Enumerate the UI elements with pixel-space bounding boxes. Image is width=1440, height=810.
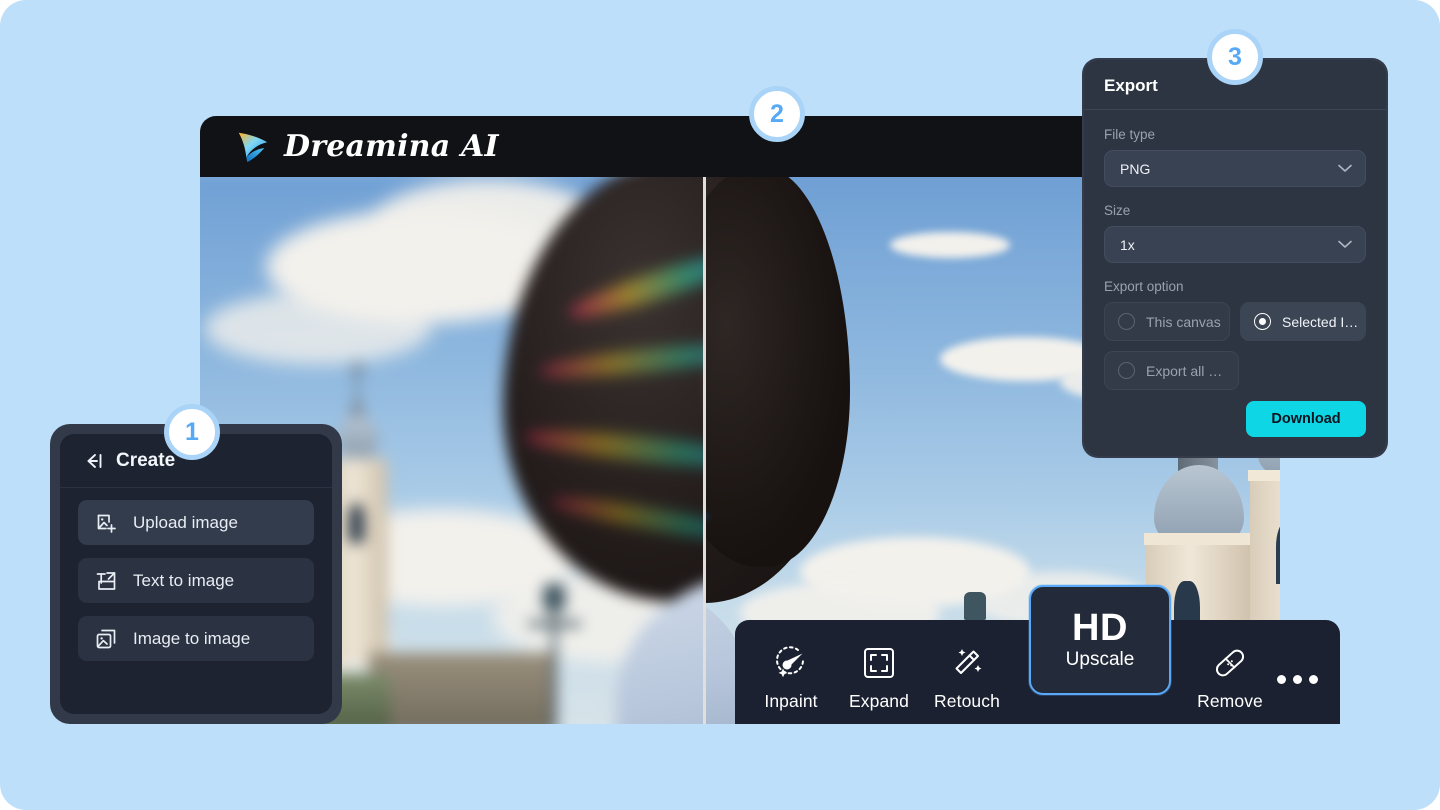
create-options-list: Upload image Text to image Image to imag… (60, 488, 332, 661)
retouch-wand-icon (949, 643, 985, 683)
tool-label: Inpaint (764, 691, 818, 711)
tool-hd-upscale[interactable]: HD Upscale (1029, 585, 1171, 695)
upscale-hd-text: HD (1072, 607, 1128, 649)
tool-retouch[interactable]: Retouch (923, 643, 1011, 712)
create-item-text-to-image[interactable]: Text to image (78, 558, 314, 603)
export-option-label-text: Export all … (1146, 362, 1223, 379)
expand-frame-icon (862, 643, 896, 683)
tool-label: Remove (1197, 691, 1263, 711)
create-panel: Create Upload image Text to image Image … (50, 424, 342, 724)
radio-icon (1254, 313, 1271, 330)
create-item-image-to-image[interactable]: Image to image (78, 616, 314, 661)
export-option-export-all[interactable]: Export all … (1104, 351, 1239, 390)
collapse-left-icon[interactable] (82, 452, 103, 470)
file-type-select[interactable]: PNG (1104, 150, 1366, 187)
download-button[interactable]: Download (1246, 401, 1366, 437)
remove-bandage-icon (1212, 643, 1248, 683)
create-item-upload-image[interactable]: Upload image (78, 500, 314, 545)
file-type-label: File type (1104, 127, 1156, 142)
tool-remove[interactable]: Remove (1186, 643, 1274, 712)
app-background: Dreamina AI Create Upload image Text to … (0, 0, 1440, 810)
create-panel-title: Create (116, 449, 176, 471)
text-to-image-icon (96, 571, 116, 590)
size-value: 1x (1120, 236, 1135, 253)
export-divider (1084, 109, 1386, 110)
tool-inpaint[interactable]: Inpaint (747, 643, 835, 712)
chevron-down-icon (1338, 240, 1352, 248)
export-option-row-2: Export all … (1104, 351, 1366, 390)
export-option-row-1: This canvas Selected I… (1104, 302, 1366, 341)
export-option-selected-image[interactable]: Selected I… (1240, 302, 1366, 341)
create-item-label: Image to image (133, 628, 251, 648)
radio-icon (1118, 313, 1135, 330)
before-after-divider[interactable] (703, 177, 706, 724)
export-option-label: Export option (1104, 279, 1184, 294)
step-badge-1: 1 (164, 404, 220, 460)
tool-label: Retouch (934, 691, 1000, 711)
step-badge-3: 3 (1207, 29, 1263, 85)
step-badge-2: 2 (749, 86, 805, 142)
create-item-label: Upload image (133, 512, 238, 532)
brand-name: Dreamina AI (284, 129, 499, 164)
image-to-image-icon (96, 629, 116, 648)
export-option-label-text: This canvas (1146, 313, 1221, 330)
upscale-label: Upscale (1065, 649, 1135, 670)
export-panel: Export File type PNG Size 1x Export opti… (1082, 58, 1388, 458)
size-label: Size (1104, 203, 1131, 218)
export-option-label-text: Selected I… (1282, 313, 1359, 330)
create-panel-body: Create Upload image Text to image Image … (60, 434, 332, 714)
chevron-down-icon (1338, 164, 1352, 172)
spark-star-icon (238, 132, 268, 162)
export-panel-body: Export File type PNG Size 1x Export opti… (1084, 60, 1386, 456)
create-item-label: Text to image (133, 570, 235, 590)
upload-image-icon (97, 514, 116, 533)
export-option-this-canvas[interactable]: This canvas (1104, 302, 1230, 341)
editing-toolbar: Inpaint Expand Retouch HD Upscale Remove (735, 585, 1340, 724)
tool-label: Expand (849, 691, 909, 711)
file-type-value: PNG (1120, 160, 1151, 177)
size-select[interactable]: 1x (1104, 226, 1366, 263)
more-ellipsis-icon[interactable] (1277, 675, 1318, 684)
inpaint-brush-icon (772, 643, 810, 683)
tool-expand[interactable]: Expand (835, 643, 923, 712)
radio-icon (1118, 362, 1135, 379)
